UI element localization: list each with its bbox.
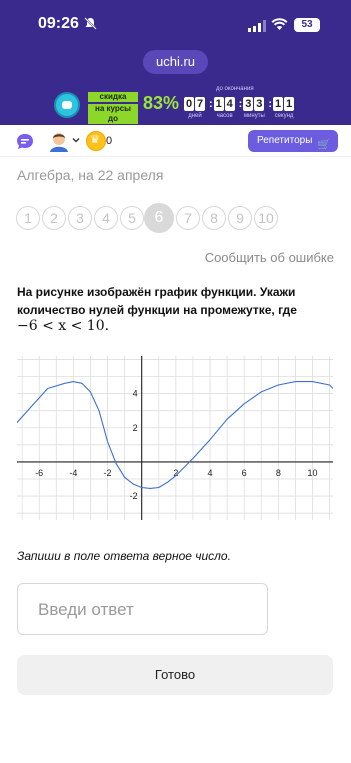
avatar[interactable] [48, 130, 70, 152]
wifi-icon [271, 18, 288, 30]
status-bar: 09:26 53 [0, 0, 351, 44]
crown-coin-icon [86, 131, 106, 151]
answer-field[interactable] [17, 583, 268, 635]
chevron-down-icon[interactable] [72, 136, 80, 144]
countdown-label: до окончания [216, 86, 254, 92]
y-tick-label: 2 [133, 423, 138, 433]
function-graph: -6 -4 -2 2 4 6 8 10-224 [17, 356, 333, 520]
promo-banner[interactable]: скидка на курсы до 83% до окончания 07 д… [0, 86, 351, 124]
battery-icon: 53 [294, 18, 320, 32]
page-1[interactable]: 1 [16, 206, 40, 230]
site-pill[interactable]: uchi.ru [143, 50, 208, 74]
page-8[interactable]: 8 [202, 206, 226, 230]
question-text: На рисунке изображён график функции. Ука… [17, 285, 297, 317]
robot-mascot-icon [54, 92, 80, 118]
answer-input[interactable] [38, 596, 253, 624]
x-tick-label: 8 [276, 468, 281, 478]
page-2[interactable]: 2 [42, 206, 66, 230]
page-6-current[interactable]: 6 [144, 203, 174, 233]
page-10[interactable]: 10 [254, 206, 278, 230]
countdown-minutes: 33 минуты [243, 97, 265, 119]
page-3[interactable]: 3 [68, 206, 92, 230]
countdown-days: 07 дней [184, 97, 205, 119]
chat-icon[interactable] [16, 133, 34, 150]
page-5[interactable]: 5 [120, 206, 144, 230]
x-tick-label: -2 [104, 468, 112, 478]
question-math: −6 < x < 10. [17, 318, 110, 334]
y-tick-label: -2 [130, 491, 138, 501]
signal-icon [248, 20, 266, 32]
y-tick-label: 4 [133, 389, 138, 399]
countdown-seconds: 11 секунд [273, 97, 295, 119]
coin-count: 0 [106, 135, 113, 147]
page-9[interactable]: 9 [228, 206, 252, 230]
app-header: 09:26 53 uchi.ru скидка на курсы до 83% … [0, 0, 351, 125]
tutors-button[interactable]: Репетиторы 🛒 [248, 130, 338, 152]
x-tick-label: -4 [69, 468, 77, 478]
discount-tag: скидка на курсы до [88, 92, 138, 126]
countdown-hours: 14 часов [213, 97, 235, 119]
discount-percent: 83% [143, 93, 180, 113]
countdown: 07 дней : 14 часов : 33 минуты : 11 секу… [184, 97, 295, 119]
status-time: 09:26 [38, 15, 79, 32]
lesson-subject: Алгебра, на 22 апреля [17, 167, 164, 183]
report-error-link[interactable]: Сообщить об ошибке [205, 250, 334, 265]
x-tick-label: -6 [35, 468, 43, 478]
bell-muted-icon [84, 17, 97, 30]
x-tick-label: 10 [307, 468, 317, 478]
page-7[interactable]: 7 [176, 206, 200, 230]
x-tick-label: 6 [242, 468, 247, 478]
lesson-toolbar: 0 Репетиторы 🛒 [0, 125, 351, 157]
submit-button[interactable]: Готово [17, 655, 333, 695]
answer-instruction: Запиши в поле ответа верное число. [17, 549, 231, 563]
page-4[interactable]: 4 [94, 206, 118, 230]
cart-icon: 🛒 [317, 139, 331, 151]
x-tick-label: 4 [208, 468, 213, 478]
